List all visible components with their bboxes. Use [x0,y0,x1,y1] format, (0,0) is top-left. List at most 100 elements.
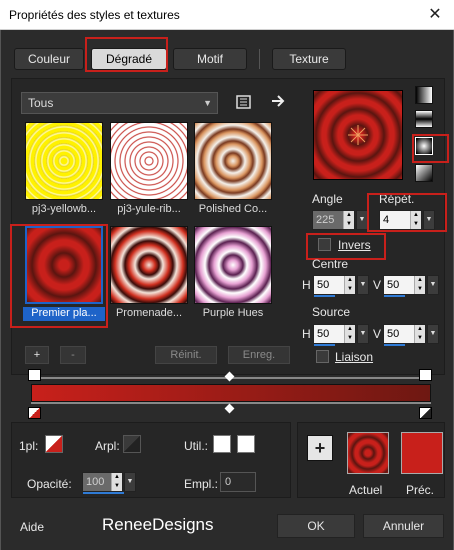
gradient-thumb-yellow[interactable] [25,122,103,200]
tab-separator [259,49,260,69]
highlight-selected-thumb [10,224,108,328]
remove-gradient-button[interactable]: - [60,346,86,364]
source-h-level-bar [314,344,335,346]
center-v-level-bar [384,295,405,297]
foreground-swatch[interactable] [45,435,63,453]
source-h-dropdown[interactable]: ▼ [357,324,369,344]
thumb-label: Polished Co... [198,203,268,215]
thumb-label: Purple Hues [202,307,264,319]
center-v-dropdown[interactable]: ▼ [427,275,439,295]
tab-motif[interactable]: Motif [173,48,247,70]
cancel-button[interactable]: Annuler [363,514,444,538]
gradient-thumb-purple[interactable] [194,226,272,304]
source-h-spinner[interactable]: 50 ▲ ▼ [313,324,356,346]
ok-button[interactable]: OK [277,514,355,538]
highlight-tab [85,37,168,72]
gradient-bar[interactable] [31,384,431,402]
gradient-thumb-promenade[interactable] [110,226,188,304]
highlight-gradient-type [412,134,449,163]
color-stop-left[interactable] [28,407,41,419]
source-v-spinner[interactable]: 50 ▲ ▼ [383,324,426,346]
spin-arrows-icon: ▲ ▼ [414,325,425,343]
watermark-text: ReneeDesigns [102,515,214,534]
chevron-down-icon: ▼ [203,98,212,108]
previous-swatch[interactable] [401,432,443,474]
dialog-body: Couleur Dégradé Motif Texture Tous ▼ pj3… [0,30,454,550]
foreground-label: 1pl: [19,439,39,453]
opacity-stop-left[interactable] [28,369,41,381]
current-label: Actuel [349,483,383,497]
rectangular-gradient-icon[interactable] [415,110,433,128]
color-track [31,402,431,404]
center-h-level-bar [314,295,335,297]
source-label: Source [312,305,351,319]
opacity-label: Opacité: [27,477,72,491]
color-stop-right[interactable] [419,407,432,419]
opacity-value: 100 [86,476,105,488]
spin-arrows-icon: ▲ ▼ [414,276,425,294]
opacity-spinner[interactable]: 100 ▲ ▼ [82,472,124,494]
title-bar: Propriétés des styles et textures ✕ [0,0,454,30]
library-icon[interactable] [235,94,253,112]
window-title: Propriétés des styles et textures [9,8,180,22]
thumb-label: pj3-yellowb... [31,203,97,215]
gradient-preview[interactable] [313,90,403,180]
add-swatch-button[interactable]: + [307,435,333,461]
location-label: Empl.: [184,477,219,491]
source-v-label: V [373,327,382,341]
source-v-value: 50 [387,328,400,340]
center-marker-icon [348,125,368,145]
opacity-level-bar [83,492,124,494]
category-value: Tous [28,96,54,110]
background-swatch[interactable] [123,435,141,453]
sunburst-gradient-icon[interactable] [415,164,433,182]
angle-spinner[interactable]: 225 ▲ ▼ [312,210,355,230]
linear-gradient-icon[interactable] [415,86,433,104]
angle-label: Angle [312,192,343,206]
center-h-label: H [302,278,311,292]
arrow-right-icon[interactable] [269,93,287,111]
center-h-value: 50 [317,279,330,291]
previous-label: Préc. [406,483,435,497]
spin-arrows-icon: ▲ ▼ [343,211,354,229]
tab-couleur[interactable]: Couleur [14,48,84,70]
highlight-invert [306,233,386,260]
angle-value: 225 [316,214,335,226]
help-link[interactable]: Aide [20,520,44,534]
source-v-dropdown[interactable]: ▼ [427,324,439,344]
spin-arrows-icon: ▲ ▼ [111,473,122,491]
source-h-value: 50 [317,328,330,340]
reset-button[interactable]: Réinit. [155,346,217,364]
center-label: Centre [312,257,349,271]
color-midpoint[interactable] [224,403,235,414]
close-icon[interactable]: ✕ [424,4,446,26]
thumb-label: Promenade... [115,307,183,319]
gradient-thumb-yule[interactable] [110,122,188,200]
category-select[interactable]: Tous ▼ [21,92,218,114]
source-h-label: H [302,327,311,341]
opacity-stop-right[interactable] [419,369,432,381]
opacity-dropdown[interactable]: ▼ [124,472,136,492]
spin-arrows-icon: ▲ ▼ [344,276,355,294]
center-v-label: V [373,278,382,292]
background-label: Arpl: [95,439,120,453]
center-v-value: 50 [387,279,400,291]
highlight-repeat [367,193,447,232]
center-v-spinner[interactable]: 50 ▲ ▼ [383,275,426,297]
tab-texture[interactable]: Texture [272,48,346,70]
link-label: Liaison [335,350,374,364]
location-field[interactable]: 0 [220,472,256,492]
link-checkbox[interactable] [316,350,329,363]
save-button[interactable]: Enreg. [228,346,290,364]
user-swatch-2[interactable] [237,435,255,453]
center-h-dropdown[interactable]: ▼ [357,275,369,295]
thumb-label: pj3-yule-rib... [117,203,181,215]
center-h-spinner[interactable]: 50 ▲ ▼ [313,275,356,297]
add-gradient-button[interactable]: + [25,346,49,364]
gradient-thumb-polished[interactable] [194,122,272,200]
user-swatch-1[interactable] [213,435,231,453]
user-label: Util.: [184,439,208,453]
spin-arrows-icon: ▲ ▼ [344,325,355,343]
source-v-level-bar [384,344,405,346]
current-swatch[interactable] [347,432,389,474]
